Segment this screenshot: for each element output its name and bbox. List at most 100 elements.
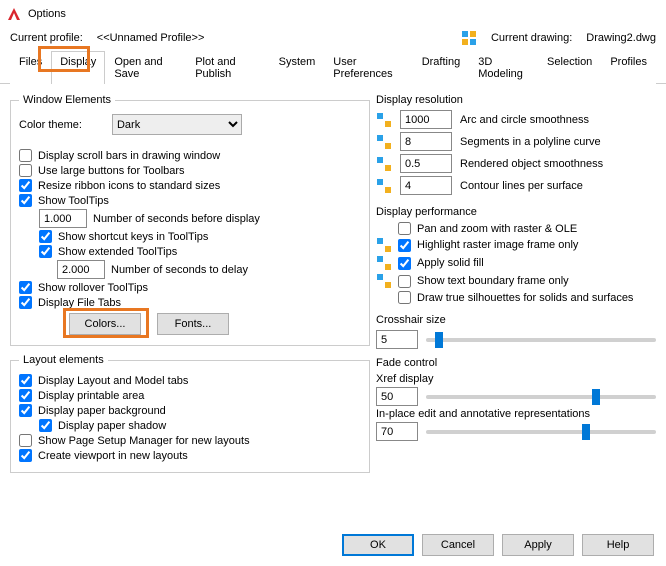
label-layout-tabs: Display Layout and Model tabs [38, 375, 188, 387]
segments-label: Segments in a polyline curve [460, 136, 601, 148]
label-printable: Display printable area [38, 390, 144, 402]
arc-smoothness-input[interactable] [400, 110, 452, 129]
display-resolution-legend: Display resolution [376, 94, 656, 106]
tab-user-preferences[interactable]: User Preferences [324, 51, 412, 84]
contour-lines-label: Contour lines per surface [460, 180, 583, 192]
cancel-button[interactable]: Cancel [422, 534, 494, 556]
color-theme-label: Color theme: [19, 119, 82, 131]
label-paper-shadow: Display paper shadow [58, 420, 166, 432]
tab-plot-publish[interactable]: Plot and Publish [186, 51, 269, 84]
crosshair-group: Crosshair size [376, 314, 656, 349]
crosshair-input[interactable] [376, 330, 418, 349]
current-profile-label: Current profile: [10, 32, 83, 44]
xref-label: Xref display [376, 373, 656, 385]
label-large-buttons: Use large buttons for Toolbars [38, 165, 185, 177]
checkbox-silhouettes[interactable] [398, 291, 411, 304]
perf-icon [376, 273, 392, 289]
display-performance-legend: Display performance [376, 206, 656, 218]
checkbox-highlight-raster[interactable] [398, 239, 411, 252]
checkbox-rollover[interactable] [19, 281, 32, 294]
tooltip-seconds-input[interactable] [39, 209, 87, 228]
tab-drafting[interactable]: Drafting [413, 51, 470, 84]
fade-legend: Fade control [376, 357, 656, 369]
title-bar: Options [0, 0, 666, 28]
help-button[interactable]: Help [582, 534, 654, 556]
checkbox-paper-bg[interactable] [19, 404, 32, 417]
tab-open-save[interactable]: Open and Save [105, 51, 186, 84]
res-icon [376, 134, 392, 150]
res-icon [376, 156, 392, 172]
arc-smoothness-label: Arc and circle smoothness [460, 114, 589, 126]
tab-profiles[interactable]: Profiles [601, 51, 656, 84]
label-extended-tooltips: Show extended ToolTips [58, 246, 177, 258]
tooltip-seconds-label: Number of seconds before display [93, 213, 260, 225]
tab-strip: Files Display Open and Save Plot and Pub… [0, 50, 666, 84]
apply-button[interactable]: Apply [502, 534, 574, 556]
drawing-icon [461, 30, 477, 46]
tab-files[interactable]: Files [10, 51, 51, 84]
layout-elements-group: Layout elements Display Layout and Model… [10, 354, 370, 473]
checkbox-show-tooltips[interactable] [19, 194, 32, 207]
window-elements-legend: Window Elements [19, 94, 115, 106]
extended-seconds-input[interactable] [57, 260, 105, 279]
checkbox-scrollbars[interactable] [19, 149, 32, 162]
res-icon [376, 178, 392, 194]
checkbox-viewport[interactable] [19, 449, 32, 462]
color-theme-select[interactable]: Dark [112, 114, 242, 135]
inplace-label: In-place edit and annotative representat… [376, 408, 656, 420]
display-performance-group: Display performance Pan and zoom with ra… [376, 206, 656, 306]
tab-3d-modeling[interactable]: 3D Modeling [469, 51, 538, 84]
current-drawing-label: Current drawing: [491, 32, 572, 44]
colors-button[interactable]: Colors... [69, 313, 141, 335]
current-drawing-value: Drawing2.dwg [586, 32, 656, 44]
res-icon [376, 112, 392, 128]
rendered-smoothness-input[interactable] [400, 154, 452, 173]
window-title: Options [28, 8, 66, 20]
rendered-smoothness-label: Rendered object smoothness [460, 158, 603, 170]
checkbox-text-boundary[interactable] [398, 275, 411, 288]
crosshair-legend: Crosshair size [376, 314, 656, 326]
label-rollover: Show rollover ToolTips [38, 282, 148, 294]
extended-seconds-label: Number of seconds to delay [111, 264, 248, 276]
checkbox-page-setup[interactable] [19, 434, 32, 447]
window-elements-group: Window Elements Color theme: Dark Displa… [10, 94, 370, 346]
label-show-tooltips: Show ToolTips [38, 195, 109, 207]
label-page-setup: Show Page Setup Manager for new layouts [38, 435, 250, 447]
checkbox-file-tabs[interactable] [19, 296, 32, 309]
contour-lines-input[interactable] [400, 176, 452, 195]
layout-elements-legend: Layout elements [19, 354, 108, 366]
label-text-boundary: Show text boundary frame only [417, 275, 569, 287]
checkbox-extended-tooltips[interactable] [39, 245, 52, 258]
fonts-button[interactable]: Fonts... [157, 313, 229, 335]
label-scrollbars: Display scroll bars in drawing window [38, 150, 220, 162]
checkbox-layout-tabs[interactable] [19, 374, 32, 387]
xref-slider[interactable] [426, 395, 656, 399]
checkbox-printable[interactable] [19, 389, 32, 402]
checkbox-large-buttons[interactable] [19, 164, 32, 177]
ok-button[interactable]: OK [342, 534, 414, 556]
segments-input[interactable] [400, 132, 452, 151]
checkbox-resize-ribbon[interactable] [19, 179, 32, 192]
label-viewport: Create viewport in new layouts [38, 450, 188, 462]
label-paper-bg: Display paper background [38, 405, 166, 417]
checkbox-pan-zoom[interactable] [398, 222, 411, 235]
label-highlight-raster: Highlight raster image frame only [417, 239, 578, 251]
xref-input[interactable] [376, 387, 418, 406]
checkbox-paper-shadow[interactable] [39, 419, 52, 432]
crosshair-slider[interactable] [426, 338, 656, 342]
display-resolution-group: Display resolution Arc and circle smooth… [376, 94, 656, 198]
inplace-slider[interactable] [426, 430, 656, 434]
checkbox-solid-fill[interactable] [398, 257, 411, 270]
dialog-buttons: OK Cancel Apply Help [342, 534, 654, 556]
checkbox-shortcut-keys[interactable] [39, 230, 52, 243]
label-resize-ribbon: Resize ribbon icons to standard sizes [38, 180, 220, 192]
profile-row: Current profile: <<Unnamed Profile>> Cur… [0, 28, 666, 50]
tab-selection[interactable]: Selection [538, 51, 601, 84]
tab-system[interactable]: System [270, 51, 325, 84]
perf-icon [376, 255, 392, 271]
label-shortcut-keys: Show shortcut keys in ToolTips [58, 231, 208, 243]
inplace-input[interactable] [376, 422, 418, 441]
tab-display[interactable]: Display [51, 51, 105, 84]
label-silhouettes: Draw true silhouettes for solids and sur… [417, 292, 633, 304]
fade-control-group: Fade control Xref display In-place edit … [376, 357, 656, 441]
